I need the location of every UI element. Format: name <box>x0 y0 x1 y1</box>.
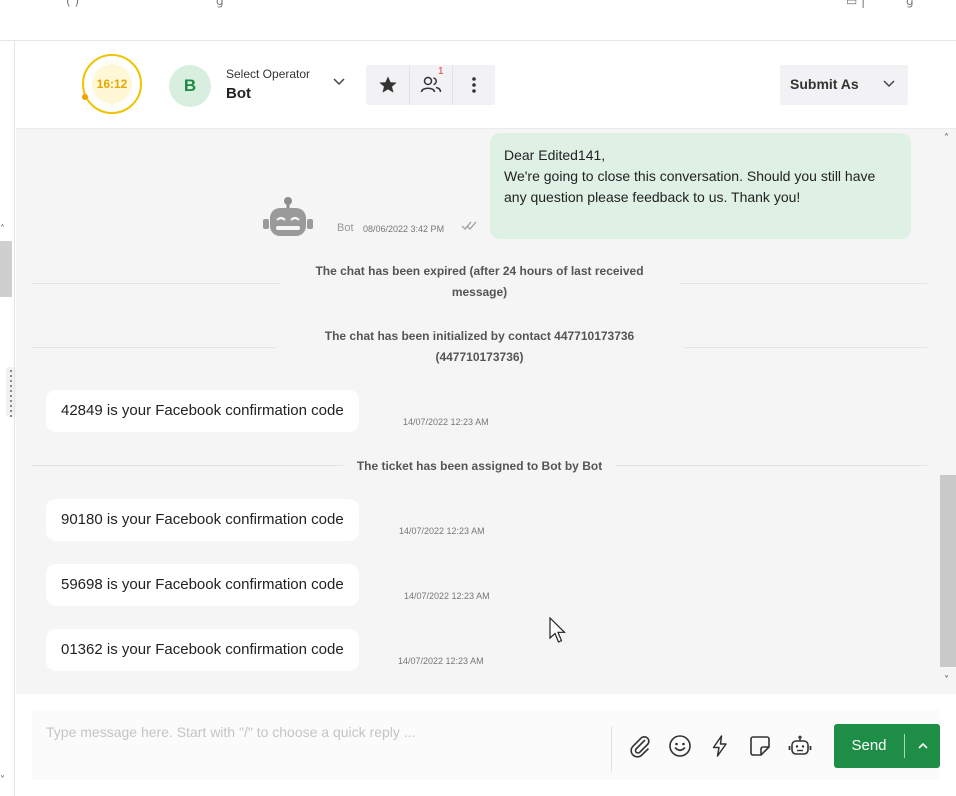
chat-window: ( ) ġ ▭ | ɡ ˄ ˅ 16:12 B Select Operator … <box>0 0 956 796</box>
outgoing-message: Dear Edited141, We're going to close thi… <box>490 133 911 239</box>
session-timer: 16:12 <box>80 51 144 117</box>
chevron-up-icon[interactable]: ˄ <box>944 133 949 144</box>
chevron-down-icon <box>333 78 345 86</box>
send-button[interactable]: Send <box>834 724 904 768</box>
lightning-icon[interactable] <box>708 734 732 758</box>
header-glyph: ▭ | <box>846 0 866 8</box>
header-toolbar: 1 <box>366 65 495 105</box>
message-list[interactable]: Dear Edited141, We're going to close thi… <box>16 129 940 694</box>
message-time: 08/06/2022 3:42 PM <box>363 224 445 234</box>
left-panel-edge: ˄ ˅ <box>0 41 16 796</box>
send-divider <box>904 734 905 758</box>
message-time: 14/07/2022 12:23 AM <box>399 526 485 536</box>
chat-header: 16:12 B Select Operator Bot 1 Submit As <box>16 41 956 129</box>
submit-as-label: Submit As <box>790 76 859 92</box>
operator-label: Select Operator <box>226 67 311 81</box>
system-message-text: The chat has been expired (after 24 hour… <box>279 261 680 303</box>
more-vertical-icon <box>472 77 476 93</box>
chevron-down-icon <box>883 80 895 88</box>
select-operator-dropdown[interactable]: Select Operator Bot <box>226 65 356 107</box>
chevron-down-icon[interactable]: ˅ <box>944 675 949 686</box>
message-time: 14/07/2022 12:23 AM <box>403 417 489 427</box>
paperclip-icon[interactable] <box>628 734 652 758</box>
operator-avatar: B <box>169 65 211 107</box>
star-button[interactable] <box>366 65 409 105</box>
system-message: The chat has been initialized by contact… <box>32 326 927 368</box>
incoming-message: 42849 is your Facebook confirmation code <box>46 390 359 432</box>
message-time: 14/07/2022 12:23 AM <box>398 656 484 666</box>
system-message-text: The chat has been initialized by contact… <box>274 326 685 368</box>
participants-badge: 1 <box>438 66 444 77</box>
robot-icon <box>263 197 313 236</box>
chevron-down-icon[interactable]: ˅ <box>0 775 5 786</box>
message-sender: Bot <box>337 222 354 234</box>
mouse-cursor-icon <box>549 617 566 643</box>
participants-button[interactable]: 1 <box>409 65 452 105</box>
system-message-text: The ticket has been assigned to Bot by B… <box>342 456 617 477</box>
more-options-button[interactable] <box>452 65 495 105</box>
incoming-message: 01362 is your Facebook confirmation code <box>46 629 359 671</box>
users-icon <box>420 76 442 93</box>
header-glyph: ( ) <box>66 0 80 8</box>
scroll-thumb[interactable] <box>940 475 956 667</box>
incoming-message: 90180 is your Facebook confirmation code <box>46 499 359 541</box>
robot-icon[interactable] <box>788 734 812 758</box>
header-glyph: ġ <box>216 0 224 8</box>
star-icon <box>378 76 397 93</box>
chat-scrollbar[interactable]: ˄ ˅ <box>940 129 956 694</box>
double-check-icon <box>461 221 477 230</box>
timer-text: 16:12 <box>96 77 128 91</box>
top-app-header: ( ) ġ ▭ | ɡ <box>0 0 956 41</box>
chevron-up-icon[interactable]: ˄ <box>0 224 5 235</box>
message-composer: Type message here. Start with "/" to cho… <box>16 694 956 796</box>
system-message: The chat has been expired (after 24 hour… <box>32 261 927 303</box>
system-message: The ticket has been assigned to Bot by B… <box>32 455 927 477</box>
panel-divider <box>14 41 15 796</box>
message-time: 14/07/2022 12:23 AM <box>404 591 490 601</box>
incoming-message: 59698 is your Facebook confirmation code <box>46 564 359 606</box>
left-scroll-thumb[interactable] <box>0 241 12 297</box>
send-button-group: Send <box>834 724 940 768</box>
operator-name: Bot <box>226 85 251 102</box>
outgoing-message-text: Dear Edited141, We're going to close thi… <box>504 147 876 205</box>
composer-divider <box>611 726 612 772</box>
send-options-button[interactable] <box>906 724 940 768</box>
chevron-up-icon <box>918 742 928 749</box>
sticker-icon[interactable] <box>748 734 772 758</box>
submit-as-dropdown[interactable]: Submit As <box>780 65 908 105</box>
header-glyph: ɡ <box>906 0 914 8</box>
message-input-placeholder: Type message here. Start with "/" to cho… <box>46 724 416 740</box>
smiley-icon[interactable] <box>668 734 692 758</box>
